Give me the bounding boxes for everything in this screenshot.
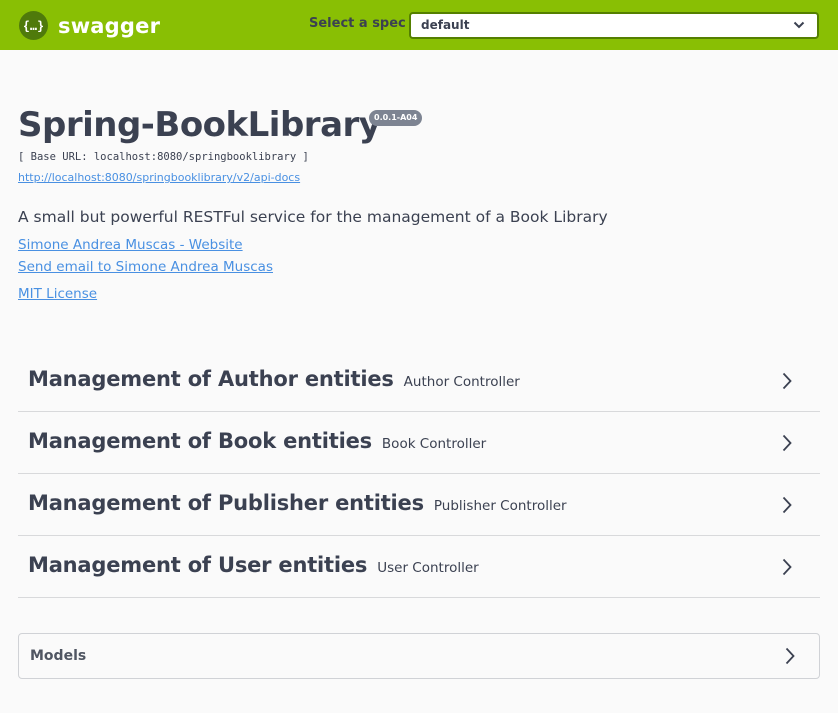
tag-description: Book Controller [381,436,487,452]
tag-title: Management of User entities User Controll… [28,553,479,577]
tag-title: Management of Author entities Author Cont… [28,367,520,391]
version-badge: 0.0.1-A04 [369,110,423,126]
chevron-right-icon[interactable] [782,558,792,576]
api-description: A small but powerful RESTFul service for… [18,208,608,226]
swagger-braces-icon: {…} [19,11,48,40]
base-url: [ Base URL: localhost:8080/springbooklib… [18,151,309,163]
models-section[interactable]: Models [18,633,820,679]
spec-selected-value: default [421,18,470,32]
swagger-logo[interactable]: {…} swagger [19,11,160,40]
chevron-right-icon[interactable] [782,496,792,514]
chevron-right-icon[interactable] [782,434,792,452]
api-title: Spring-BookLibrary [18,105,381,145]
chevron-right-icon[interactable] [785,647,795,665]
spec-select[interactable]: default [409,12,819,39]
license-link[interactable]: MIT License [18,286,97,302]
tag-description: User Controller [377,560,479,576]
chevron-right-icon[interactable] [782,372,792,390]
tag-description: Author Controller [403,374,520,390]
contact-website-link[interactable]: Simone Andrea Muscas - Website [18,237,243,253]
top-bar: {…} swagger Select a spec default [0,0,838,50]
tag-section-book[interactable]: Management of Book entities Book Controll… [18,412,820,474]
contact-email-link[interactable]: Send email to Simone Andrea Muscas [18,259,273,275]
tag-section-user[interactable]: Management of User entities User Controll… [18,536,820,598]
tag-title: Management of Publisher entities Publishe… [28,491,567,515]
spec-select-label: Select a spec [309,16,406,31]
tag-description: Publisher Controller [433,498,567,514]
api-docs-link[interactable]: http://localhost:8080/springbooklibrary/… [18,171,300,184]
svg-text:{…}: {…} [24,19,43,33]
brand-name: swagger [58,13,161,38]
models-title: Models [30,648,87,664]
tag-title: Management of Book entities Book Controll… [28,429,487,453]
tag-section-publisher[interactable]: Management of Publisher entities Publishe… [18,474,820,536]
tag-section-author[interactable]: Management of Author entities Author Cont… [18,350,820,412]
chevron-down-icon [793,21,805,29]
